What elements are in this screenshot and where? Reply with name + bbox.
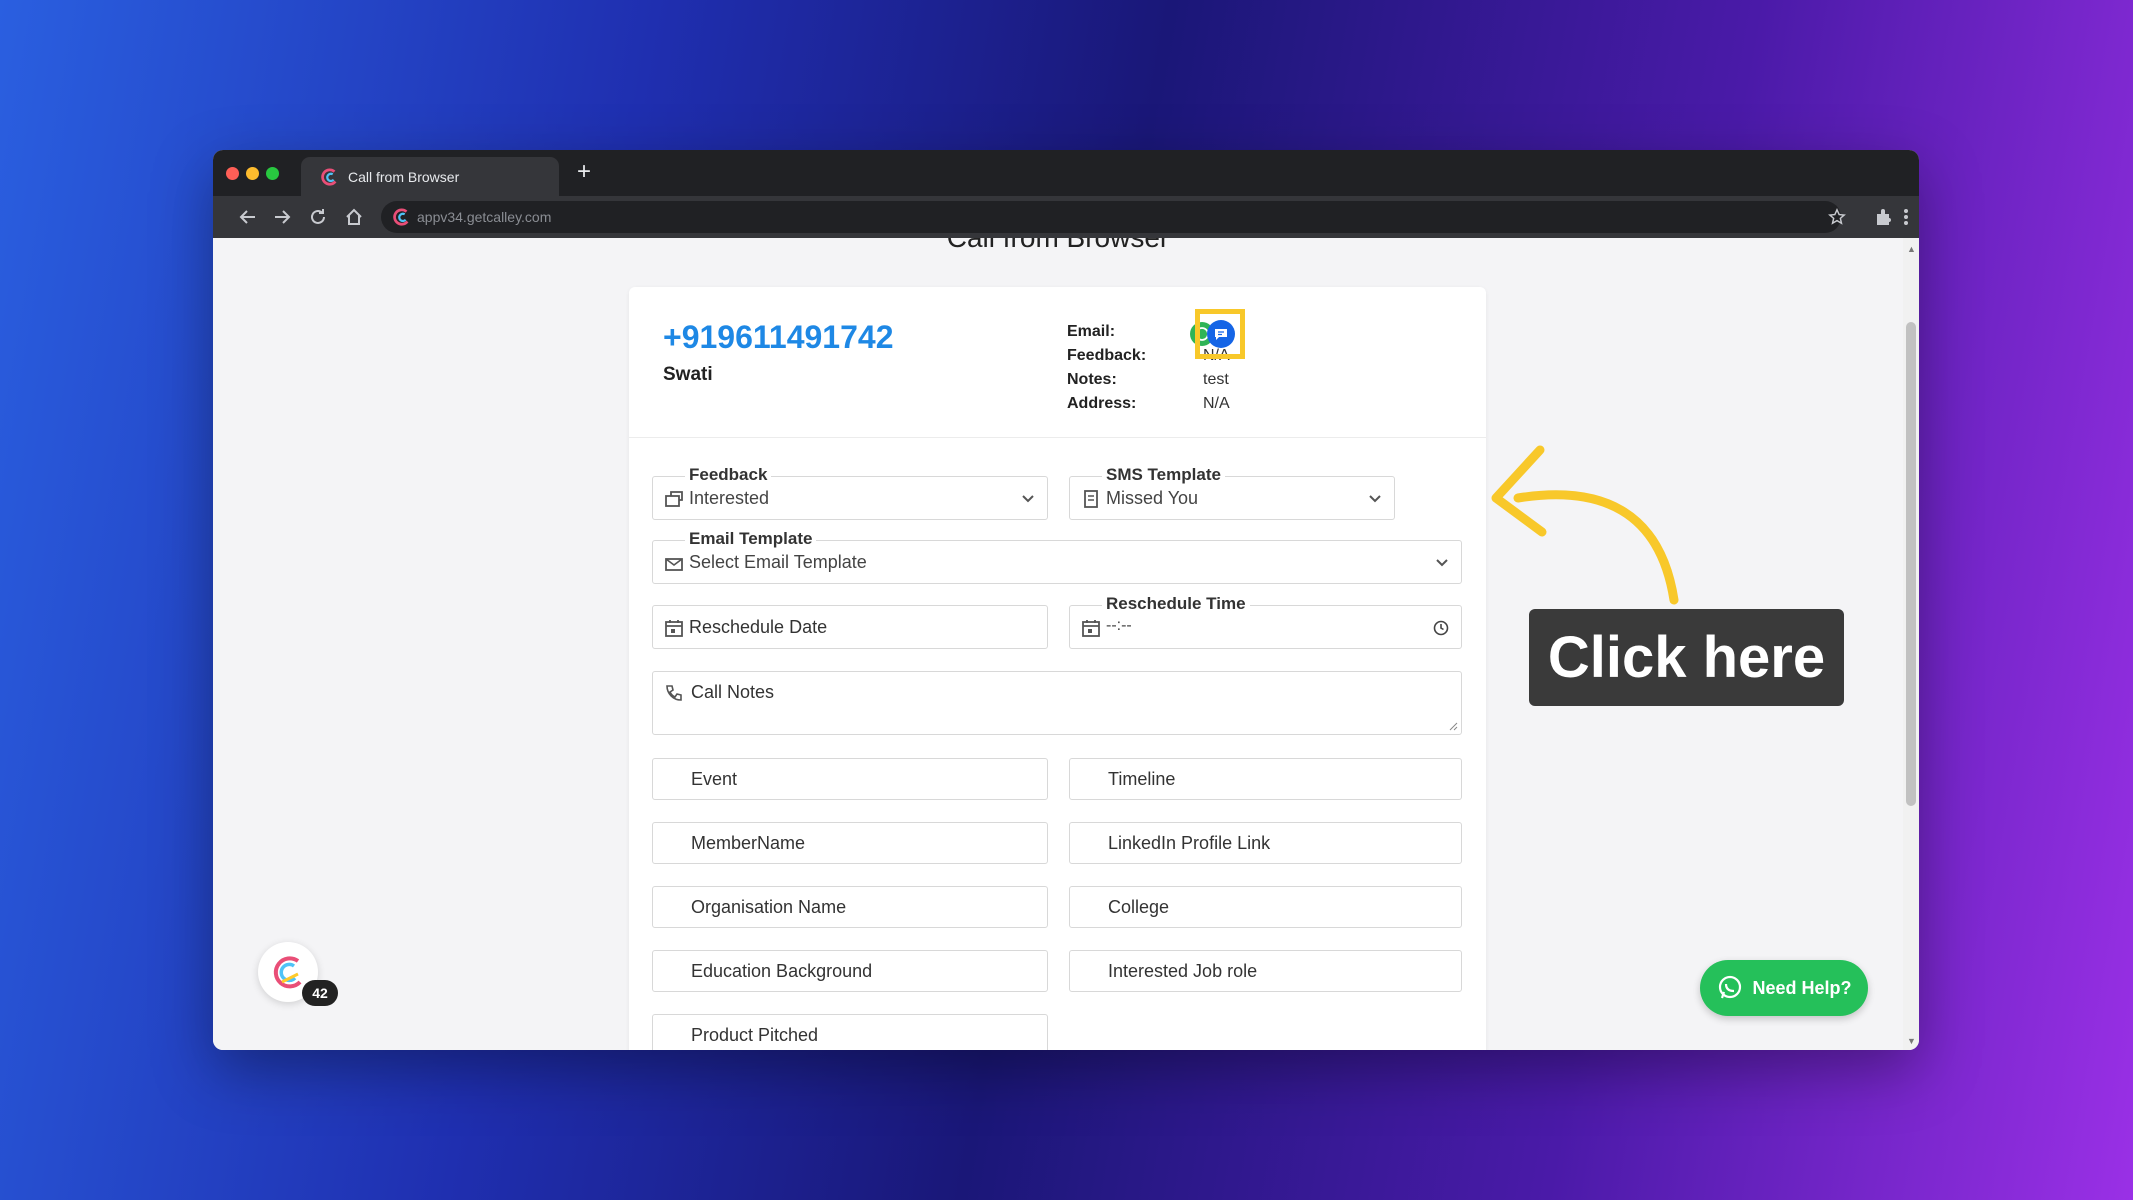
email-template-select[interactable]: Email Template Select Email Template: [652, 529, 1462, 584]
address-bar[interactable]: appv34.getcalley.com: [381, 201, 1841, 233]
page-scrollbar[interactable]: ▲ ▼: [1903, 238, 1919, 1050]
notification-badge: 42: [302, 980, 338, 1006]
sms-template-value: Missed You: [1106, 488, 1199, 508]
info-label: Feedback:: [1067, 347, 1147, 364]
email-template-icon: [665, 558, 683, 571]
timeline-placeholder: Timeline: [1108, 768, 1176, 789]
close-window-button[interactable]: [226, 167, 239, 180]
linkedin-profile-input[interactable]: LinkedIn Profile Link: [1069, 822, 1462, 864]
linkedin-profile-placeholder: LinkedIn Profile Link: [1108, 832, 1271, 853]
college-input[interactable]: College: [1069, 886, 1462, 928]
calley-logo-icon: [273, 956, 302, 989]
back-icon[interactable]: [237, 206, 259, 228]
reschedule-date-placeholder: Reschedule Date: [689, 617, 828, 637]
resize-handle-icon[interactable]: [1448, 721, 1458, 731]
event-input[interactable]: Event: [652, 758, 1048, 800]
calley-logo-icon: [321, 168, 337, 186]
chevron-down-icon: [1369, 495, 1381, 503]
reschedule-time-value: --:--: [1106, 617, 1132, 634]
home-icon[interactable]: [343, 206, 365, 228]
clock-icon[interactable]: [1433, 620, 1449, 636]
scroll-down-icon[interactable]: ▼: [1907, 1036, 1916, 1046]
feedback-select[interactable]: Feedback Interested: [652, 465, 1048, 520]
call-notes-textarea[interactable]: Call Notes: [652, 671, 1462, 735]
email-template-value: Select Email Template: [689, 552, 867, 572]
college-placeholder: College: [1108, 896, 1170, 917]
tab-call-from-browser[interactable]: Call from Browser: [301, 157, 559, 196]
call-notes-icon: [666, 685, 682, 701]
reload-icon[interactable]: [307, 206, 329, 228]
need-help-button[interactable]: Need Help?: [1700, 960, 1868, 1016]
education-background-placeholder: Education Background: [691, 960, 873, 981]
info-value: test: [1203, 371, 1229, 388]
interested-job-role-input[interactable]: Interested Job role: [1069, 950, 1462, 992]
member-name-input[interactable]: MemberName: [652, 822, 1048, 864]
whatsapp-icon: [1719, 975, 1742, 999]
chevron-down-icon: [1436, 559, 1448, 567]
menu-icon[interactable]: [1901, 207, 1911, 227]
organisation-name-placeholder: Organisation Name: [691, 896, 847, 917]
maximize-window-button[interactable]: [266, 167, 279, 180]
click-here-callout: Click here: [1529, 609, 1844, 706]
need-help-label: Need Help?: [1752, 977, 1852, 998]
education-background-input[interactable]: Education Background: [652, 950, 1048, 992]
info-label: Address:: [1067, 395, 1137, 412]
info-row-address: Address: N/A: [1067, 395, 1230, 419]
forward-icon[interactable]: [271, 206, 293, 228]
url-text: appv34.getcalley.com: [417, 209, 552, 225]
call-card: +919611491742 Swati Email: Feedback: N/A …: [629, 287, 1486, 1050]
chevron-down-icon: [1022, 495, 1034, 503]
tab-title: Call from Browser: [348, 168, 460, 185]
highlight-box: [1195, 309, 1245, 359]
timeline-input[interactable]: Timeline: [1069, 758, 1462, 800]
reschedule-time-label: Reschedule Time: [1102, 594, 1250, 614]
browser-toolbar: appv34.getcalley.com: [213, 196, 1919, 238]
feedback-icon: [665, 491, 683, 507]
email-template-label: Email Template: [685, 529, 817, 549]
interested-job-role-placeholder: Interested Job role: [1108, 960, 1258, 981]
scrollbar-thumb[interactable]: [1906, 322, 1916, 806]
contact-phone: +919611491742: [663, 319, 894, 355]
new-tab-button[interactable]: +: [577, 160, 591, 184]
member-name-placeholder: MemberName: [691, 832, 806, 853]
card-divider: [629, 437, 1486, 438]
call-notes-placeholder: Call Notes: [691, 682, 775, 702]
calendar-icon: [1082, 620, 1100, 637]
pointer-arrow: [1491, 445, 1679, 605]
feedback-label: Feedback: [685, 465, 772, 485]
organisation-name-input[interactable]: Organisation Name: [652, 886, 1048, 928]
info-label: Email:: [1067, 323, 1116, 340]
page-title: Call from Browser: [213, 238, 1903, 254]
scroll-up-icon[interactable]: ▲: [1907, 244, 1916, 254]
tab-bar: Call from Browser +: [213, 150, 1919, 196]
info-value: N/A: [1203, 395, 1230, 412]
info-row-notes: Notes: test: [1067, 371, 1230, 395]
reschedule-date-input[interactable]: Reschedule Date: [652, 605, 1048, 649]
event-placeholder: Event: [691, 768, 738, 789]
product-pitched-placeholder: Product Pitched: [691, 1024, 819, 1045]
product-pitched-input[interactable]: Product Pitched: [652, 1014, 1048, 1050]
info-label: Notes:: [1067, 371, 1117, 388]
site-favicon-icon: [393, 208, 409, 226]
sms-template-label: SMS Template: [1102, 465, 1225, 485]
feedback-value: Interested: [689, 488, 770, 508]
reschedule-time-input[interactable]: Reschedule Time --:--: [1069, 594, 1462, 649]
sms-template-icon: [1084, 490, 1098, 508]
extensions-icon[interactable]: [1873, 207, 1893, 227]
star-icon[interactable]: [1828, 208, 1846, 226]
minimize-window-button[interactable]: [246, 167, 259, 180]
contact-name: Swati: [663, 364, 713, 385]
calendar-icon: [665, 620, 683, 637]
sms-template-select[interactable]: SMS Template Missed You: [1069, 465, 1395, 520]
